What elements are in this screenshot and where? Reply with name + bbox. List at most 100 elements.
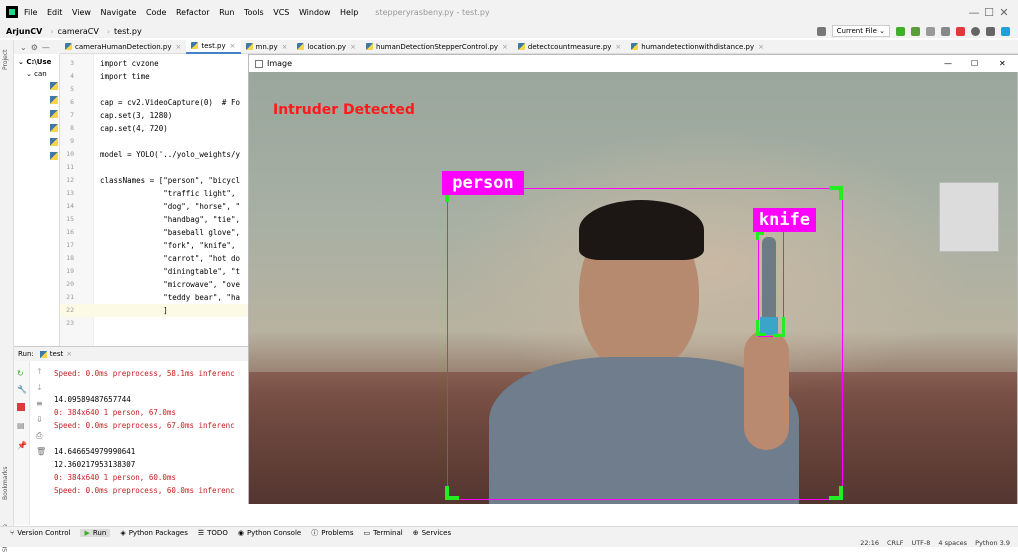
chevron-down-icon[interactable]: ⌄ xyxy=(20,43,27,52)
stop-icon[interactable] xyxy=(17,403,25,411)
image-window[interactable]: Image — ☐ ✕ Intruder Detected person kni… xyxy=(248,54,1018,504)
tab-humandetectionwithdistance[interactable]: humandetectionwithdistance.py × xyxy=(626,40,769,54)
caret-position[interactable]: 22:16 xyxy=(860,539,879,547)
run-config-tab[interactable]: test × xyxy=(39,350,72,358)
user-icon[interactable] xyxy=(816,26,826,36)
code-line[interactable]: 19 "diningtable", "t xyxy=(60,265,248,278)
close-icon[interactable]: × xyxy=(66,350,72,358)
code-line[interactable]: 21 "teddy bear", "ha xyxy=(60,291,248,304)
scroll-end-icon[interactable]: ⇩ xyxy=(36,415,43,424)
arrow-down-icon[interactable]: ↓ xyxy=(36,383,43,392)
pin-icon[interactable]: 📌 xyxy=(17,441,27,450)
image-maximize-button[interactable]: ☐ xyxy=(971,59,978,68)
project-subfolder[interactable]: ⌄ can xyxy=(26,70,47,78)
python-file-icon[interactable] xyxy=(50,124,58,132)
close-icon[interactable]: × xyxy=(758,43,764,51)
tool-todo[interactable]: ☰ TODO xyxy=(198,529,228,537)
menu-tools[interactable]: Tools xyxy=(244,8,264,17)
run-icon[interactable] xyxy=(896,26,905,36)
breadcrumb-project[interactable]: ArjunCV xyxy=(6,27,42,36)
maximize-button[interactable]: ☐ xyxy=(975,0,1003,24)
close-icon[interactable]: × xyxy=(615,43,621,51)
code-line[interactable]: 15 "handbag", "tie", xyxy=(60,213,248,226)
tab-detectcountmeasure[interactable]: detectcountmeasure.py × xyxy=(513,40,626,54)
gear-icon[interactable]: ⚙ xyxy=(31,43,38,52)
tool-problems[interactable]: ⓘ Problems xyxy=(311,528,353,538)
debug-icon[interactable] xyxy=(911,26,920,36)
tool-terminal[interactable]: ▭ Terminal xyxy=(363,529,402,537)
tool-version-control[interactable]: ⑂ Version Control xyxy=(10,529,70,537)
menu-run[interactable]: Run xyxy=(219,8,234,17)
indent-setting[interactable]: 4 spaces xyxy=(938,539,967,547)
project-root[interactable]: ⌄ C:\Use xyxy=(18,58,51,66)
code-line[interactable]: 16 "baseball glove", xyxy=(60,226,248,239)
tool-services[interactable]: ⊕ Services xyxy=(413,529,451,537)
menu-vcs[interactable]: VCS xyxy=(273,8,289,17)
menu-file[interactable]: File xyxy=(24,8,37,17)
run-config-select[interactable]: Current File ⌄ xyxy=(831,25,890,37)
rerun-icon[interactable]: ↻ xyxy=(17,369,24,378)
close-icon[interactable]: × xyxy=(176,43,182,51)
code-line[interactable]: 8 cap.set(4, 720) xyxy=(60,122,248,135)
print-icon[interactable]: ⎙ xyxy=(36,431,42,441)
line-separator[interactable]: CRLF xyxy=(887,539,903,547)
wrap-icon[interactable]: ≡ xyxy=(36,399,43,408)
code-line[interactable]: 14 "dog", "horse", " xyxy=(60,200,248,213)
tab-mn[interactable]: mn.py × xyxy=(241,40,293,54)
code-line[interactable]: 22 ] xyxy=(60,304,248,317)
image-close-button[interactable]: ✕ xyxy=(999,59,1006,68)
menu-window[interactable]: Window xyxy=(299,8,331,17)
python-file-icon[interactable] xyxy=(50,110,58,118)
close-icon[interactable]: × xyxy=(350,43,356,51)
menu-refactor[interactable]: Refactor xyxy=(176,8,210,17)
tab-test[interactable]: test.py × xyxy=(186,39,241,54)
close-icon[interactable]: × xyxy=(502,43,508,51)
breadcrumb-file[interactable]: test.py xyxy=(114,27,142,36)
tab-camerahumandetection[interactable]: cameraHumanDetection.py × xyxy=(60,40,186,54)
menu-navigate[interactable]: Navigate xyxy=(101,8,137,17)
code-line[interactable]: 6 cap = cv2.VideoCapture(0) # Fo xyxy=(60,96,248,109)
python-file-icon[interactable] xyxy=(50,138,58,146)
menu-view[interactable]: View xyxy=(72,8,91,17)
layout-icon[interactable]: ▤ xyxy=(17,421,25,430)
tool-python-packages[interactable]: ◈ Python Packages xyxy=(120,529,188,537)
code-editor[interactable]: 3 import cvzone 4 import time 5 6 cap = cv2.Vi… xyxy=(60,54,248,346)
image-window-titlebar[interactable]: Image — ☐ ✕ xyxy=(249,55,1018,72)
code-line[interactable]: 7 cap.set(3, 1280) xyxy=(60,109,248,122)
code-line[interactable]: 13 "traffic light", xyxy=(60,187,248,200)
bookmarks-tool-label[interactable]: Bookmarks xyxy=(2,466,9,500)
wrench-icon[interactable]: 🔧 xyxy=(17,385,27,394)
code-line[interactable]: 12 classNames = ["person", "bicycl xyxy=(60,174,248,187)
menu-help[interactable]: Help xyxy=(340,8,358,17)
code-line[interactable]: 17 "fork", "knife", xyxy=(60,239,248,252)
code-line[interactable]: 10 model = YOLO('../yolo_weights/y xyxy=(60,148,248,161)
tool-python-console[interactable]: ◉ Python Console xyxy=(238,529,301,537)
arrow-up-icon[interactable]: ↑ xyxy=(36,367,43,376)
trash-icon[interactable]: 🗑 xyxy=(36,447,46,456)
tool-run[interactable]: ▶ Run xyxy=(80,529,111,537)
code-line[interactable]: 20 "microwave", "ove xyxy=(60,278,248,291)
code-line[interactable]: 3 import cvzone xyxy=(60,57,248,70)
stop-icon[interactable] xyxy=(956,26,965,36)
code-line[interactable]: 18 "carrot", "hot do xyxy=(60,252,248,265)
tab-humandetectionsteppercontrol[interactable]: humanDetectionStepperControl.py × xyxy=(361,40,513,54)
close-icon[interactable]: × xyxy=(230,42,236,50)
breadcrumb-folder[interactable]: cameraCV xyxy=(58,27,99,36)
python-file-icon[interactable] xyxy=(50,152,58,160)
file-encoding[interactable]: UTF-8 xyxy=(911,539,930,547)
code-line[interactable]: 11 xyxy=(60,161,248,174)
code-line[interactable]: 23 xyxy=(60,317,248,330)
gear-icon[interactable] xyxy=(986,26,995,36)
plugin-icon[interactable] xyxy=(1001,26,1010,36)
python-file-icon[interactable] xyxy=(50,82,58,90)
coverage-icon[interactable] xyxy=(926,26,935,36)
close-icon[interactable]: × xyxy=(282,43,288,51)
search-icon[interactable] xyxy=(971,26,980,36)
python-file-icon[interactable] xyxy=(50,96,58,104)
minimize-icon[interactable]: — xyxy=(42,43,50,52)
interpreter[interactable]: Python 3.9 xyxy=(975,539,1010,547)
project-tool-label[interactable]: Project xyxy=(2,49,9,70)
menu-code[interactable]: Code xyxy=(146,8,166,17)
code-line[interactable]: 5 xyxy=(60,83,248,96)
code-line[interactable]: 4 import time xyxy=(60,70,248,83)
